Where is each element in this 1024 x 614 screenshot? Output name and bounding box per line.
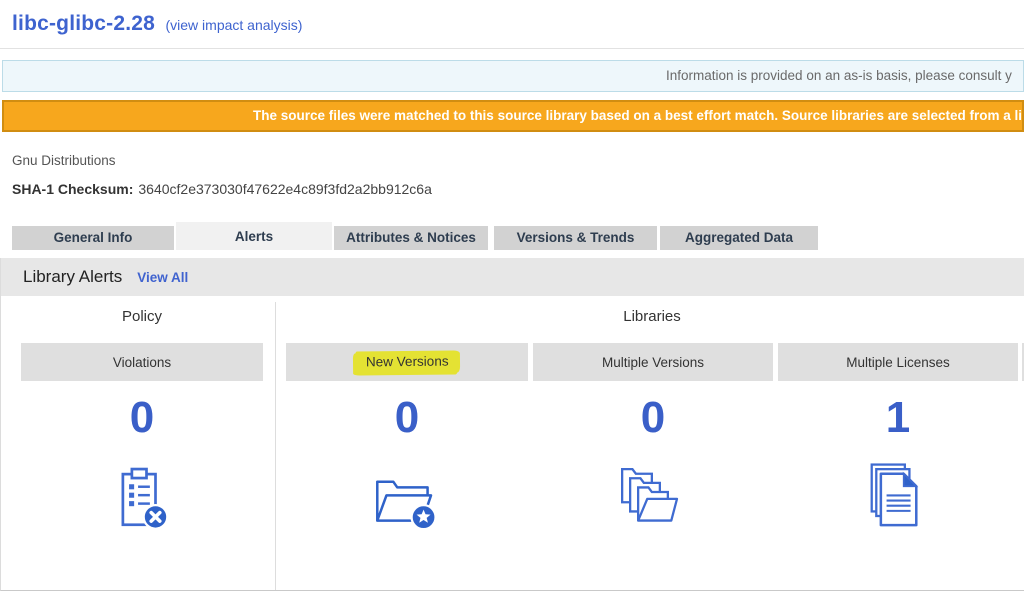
library-alerts-panel: Library Alerts View All Policy Libraries…	[0, 258, 1024, 591]
new-versions-header[interactable]: New Versions	[286, 343, 528, 381]
violations-count[interactable]: 0	[21, 392, 263, 444]
multiple-versions-column: Multiple Versions 0	[533, 296, 773, 590]
multiple-licenses-header[interactable]: Multiple Licenses	[778, 343, 1018, 381]
view-all-link[interactable]: View All	[137, 270, 188, 285]
view-impact-analysis-link[interactable]: (view impact analysis)	[166, 17, 303, 33]
tab-versions-trends[interactable]: Versions & Trends	[494, 226, 657, 250]
multiple-versions-count[interactable]: 0	[533, 392, 773, 444]
page-header: libc-glibc-2.28 (view impact analysis)	[12, 12, 302, 36]
section-divider	[275, 302, 276, 590]
clipboard-x-icon	[21, 460, 263, 540]
tab-general-info[interactable]: General Info	[12, 226, 174, 250]
library-alerts-body: Policy Libraries Violations 0	[1, 296, 1024, 590]
violations-header[interactable]: Violations	[21, 343, 263, 381]
sha1-label: SHA-1 Checksum:	[12, 181, 133, 197]
documents-stack-icon	[778, 460, 1018, 540]
warning-banner-text: The source files were matched to this so…	[253, 102, 1024, 130]
page: libc-glibc-2.28 (view impact analysis) I…	[0, 0, 1024, 614]
tab-attributes-notices[interactable]: Attributes & Notices	[334, 226, 488, 250]
tab-alerts[interactable]: Alerts	[176, 222, 332, 250]
new-versions-highlight[interactable]: New Versions	[355, 350, 460, 373]
sha1-value: 3640cf2e373030f47622e4c89f3fd2a2bb912c6a	[138, 181, 432, 197]
multiple-versions-header[interactable]: Multiple Versions	[533, 343, 773, 381]
info-banner: Information is provided on an as-is basi…	[2, 60, 1024, 92]
violations-column: Violations 0	[21, 296, 263, 590]
library-alerts-title: Library Alerts	[23, 267, 122, 287]
new-versions-count[interactable]: 0	[286, 392, 528, 444]
page-title: libc-glibc-2.28	[12, 12, 155, 35]
new-versions-column: New Versions 0	[286, 296, 528, 590]
multiple-licenses-count[interactable]: 1	[778, 392, 1018, 444]
multiple-licenses-column: Multiple Licenses 1	[778, 296, 1018, 590]
folder-star-icon	[286, 460, 528, 540]
header-divider	[0, 48, 1024, 49]
folders-stack-icon	[533, 460, 773, 540]
tab-bar: General Info Alerts Attributes & Notices…	[12, 222, 818, 250]
info-banner-text: Information is provided on an as-is basi…	[666, 61, 1012, 91]
sha1-row: SHA-1 Checksum: 3640cf2e373030f47622e4c89…	[12, 181, 432, 197]
library-alerts-header: Library Alerts View All	[1, 258, 1024, 296]
warning-banner: The source files were matched to this so…	[2, 100, 1024, 132]
tab-aggregated-data[interactable]: Aggregated Data	[660, 226, 818, 250]
library-type-label: Gnu Distributions	[12, 153, 116, 168]
